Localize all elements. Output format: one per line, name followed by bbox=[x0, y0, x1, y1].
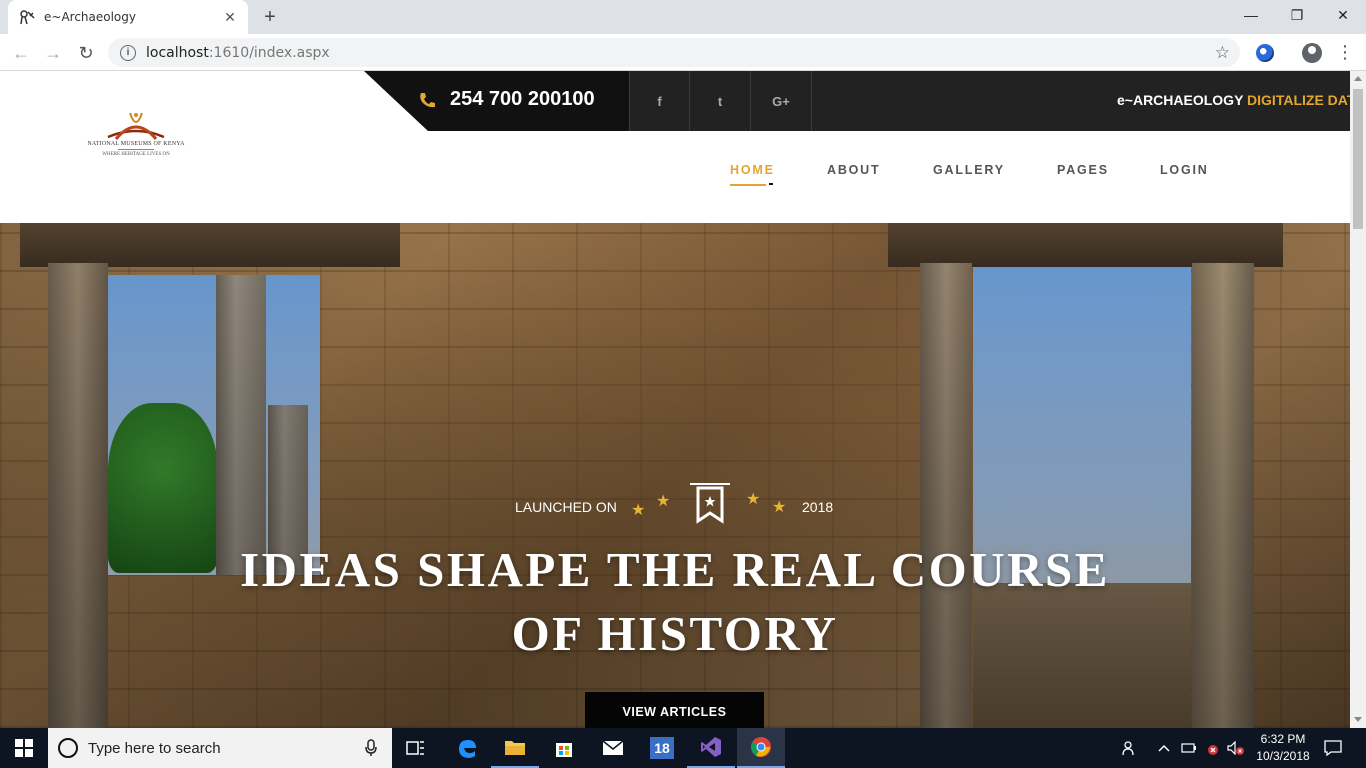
nav-home[interactable]: HOME bbox=[730, 163, 775, 177]
url-host: localhost bbox=[146, 44, 209, 61]
task-view-icon[interactable] bbox=[392, 728, 440, 768]
hero-title-line-1: IDEAS SHAPE THE REAL COURSE bbox=[240, 542, 1110, 597]
nav-active-underline bbox=[730, 184, 766, 186]
logo-line-1: NATIONAL MUSEUMS OF KENYA bbox=[87, 141, 185, 147]
header-topbar: 254 700 200100 f t G+ e~ARCHAEOLOGY DIGI… bbox=[364, 71, 1350, 131]
clock-date: 10/3/2018 bbox=[1256, 749, 1310, 763]
museum-emblem-icon bbox=[107, 112, 165, 140]
phone-icon bbox=[418, 91, 436, 109]
nav-gallery[interactable]: GALLERY bbox=[933, 163, 1005, 177]
show-hidden-icons-icon[interactable] bbox=[1156, 738, 1172, 758]
launched-label: LAUNCHED ON bbox=[515, 499, 617, 515]
store-icon[interactable] bbox=[540, 728, 588, 768]
star-icon: ★ bbox=[772, 499, 787, 516]
star-icon: ★ bbox=[746, 491, 761, 508]
network-error-icon[interactable] bbox=[1204, 738, 1220, 758]
action-center-icon[interactable] bbox=[1322, 738, 1344, 758]
clock-time: 6:32 PM bbox=[1260, 732, 1306, 746]
site-logo[interactable]: NATIONAL MUSEUMS OF KENYA WHERE HERITAGE… bbox=[86, 109, 186, 165]
file-explorer-icon[interactable] bbox=[491, 728, 539, 768]
extension-icon[interactable] bbox=[1256, 44, 1274, 62]
battery-icon[interactable] bbox=[1180, 738, 1198, 758]
browser-menu-icon[interactable]: ⋮ bbox=[1336, 40, 1354, 64]
tagline-highlight: DIGITALIZE DATABASE COLLECTION bbox=[1247, 92, 1350, 108]
mail-icon[interactable] bbox=[589, 728, 637, 768]
browser-toolbar: ← → ↻ i localhost:1610/index.aspx ☆ bbox=[0, 34, 1366, 71]
bookmark-badge-icon bbox=[690, 483, 730, 524]
chrome-icon[interactable] bbox=[737, 728, 785, 768]
browser-tab-strip: e~Archaeology ✕ + — ❐ ✕ bbox=[0, 0, 1366, 34]
page-viewport: NATIONAL MUSEUMS OF KENYA WHERE HERITAGE… bbox=[0, 71, 1350, 728]
restore-button[interactable]: ❐ bbox=[1274, 0, 1320, 30]
visual-studio-icon[interactable] bbox=[687, 728, 735, 768]
tab-title: e~Archaeology bbox=[44, 10, 136, 24]
windows-taskbar: Type here to search 18 6:32 PM 10/3/2018 bbox=[0, 728, 1366, 768]
site-info-icon[interactable]: i bbox=[120, 44, 136, 61]
phone-panel: 254 700 200100 bbox=[364, 71, 630, 131]
scroll-up-icon[interactable] bbox=[1354, 76, 1362, 81]
logo-divider bbox=[118, 149, 154, 150]
google-plus-icon[interactable]: G+ bbox=[751, 71, 812, 131]
star-icon: ★ bbox=[656, 493, 671, 510]
twitter-icon[interactable]: t bbox=[690, 71, 751, 131]
address-bar[interactable]: i localhost:1610/index.aspx ☆ bbox=[108, 38, 1240, 67]
back-button[interactable]: ← bbox=[8, 40, 34, 66]
site-favicon-icon bbox=[18, 8, 36, 26]
reload-button[interactable]: ↻ bbox=[73, 40, 99, 66]
system-clock[interactable]: 6:32 PM 10/3/2018 bbox=[1252, 731, 1314, 765]
taskbar-search-placeholder: Type here to search bbox=[88, 739, 221, 757]
profile-avatar-icon[interactable] bbox=[1302, 43, 1322, 63]
site-tagline: e~ARCHAEOLOGY DIGITALIZE DATABASE COLLEC… bbox=[1117, 92, 1350, 108]
nav-pages[interactable]: PAGES bbox=[1057, 163, 1109, 177]
nav-login[interactable]: LOGIN bbox=[1160, 163, 1209, 177]
people-icon[interactable] bbox=[1120, 738, 1140, 758]
bookmark-star-icon[interactable]: ☆ bbox=[1215, 43, 1230, 63]
star-icon: ★ bbox=[631, 502, 646, 519]
facebook-icon[interactable]: f bbox=[629, 71, 690, 131]
address-url[interactable]: localhost:1610/index.aspx bbox=[146, 45, 330, 61]
calendar-badge: 18 bbox=[650, 737, 674, 759]
windows-start-icon[interactable] bbox=[0, 728, 48, 768]
phone-number: 254 700 200100 bbox=[450, 88, 595, 110]
hero-banner: LAUNCHED ON ★ ★ ★ ★ 2018 IDEAS SHAPE THE… bbox=[0, 223, 1350, 728]
logo-line-2: WHERE HERITAGE LIVES ON bbox=[102, 152, 170, 157]
taskbar-search[interactable]: Type here to search bbox=[48, 728, 392, 768]
tab-close-icon[interactable]: ✕ bbox=[222, 9, 238, 26]
nav-active-marker bbox=[769, 183, 773, 185]
close-window-button[interactable]: ✕ bbox=[1320, 0, 1366, 30]
page-scrollbar[interactable] bbox=[1350, 71, 1366, 728]
launched-year: 2018 bbox=[802, 499, 834, 515]
microphone-icon[interactable] bbox=[364, 739, 378, 757]
forward-button[interactable]: → bbox=[40, 40, 66, 66]
url-path: :1610/index.aspx bbox=[208, 44, 330, 61]
scroll-down-icon[interactable] bbox=[1354, 717, 1362, 722]
cortana-icon bbox=[58, 738, 78, 758]
view-articles-button[interactable]: VIEW ARTICLES bbox=[585, 692, 764, 728]
social-panel: f t G+ e~ARCHAEOLOGY DIGITALIZE DATABASE… bbox=[629, 71, 1350, 131]
hero-title-line-2: OF HISTORY bbox=[511, 606, 839, 661]
phone-contact[interactable]: 254 700 200100 bbox=[418, 88, 595, 111]
browser-tab[interactable]: e~Archaeology ✕ bbox=[8, 0, 248, 34]
edge-browser-icon[interactable] bbox=[443, 728, 491, 768]
tagline-brand: e~ARCHAEOLOGY bbox=[1117, 92, 1248, 108]
volume-muted-icon[interactable] bbox=[1226, 738, 1246, 758]
nav-about[interactable]: ABOUT bbox=[827, 163, 880, 177]
calendar-icon[interactable]: 18 bbox=[638, 728, 686, 768]
new-tab-button[interactable]: + bbox=[258, 5, 282, 29]
minimize-button[interactable]: — bbox=[1228, 0, 1274, 30]
scroll-thumb[interactable] bbox=[1353, 89, 1363, 229]
